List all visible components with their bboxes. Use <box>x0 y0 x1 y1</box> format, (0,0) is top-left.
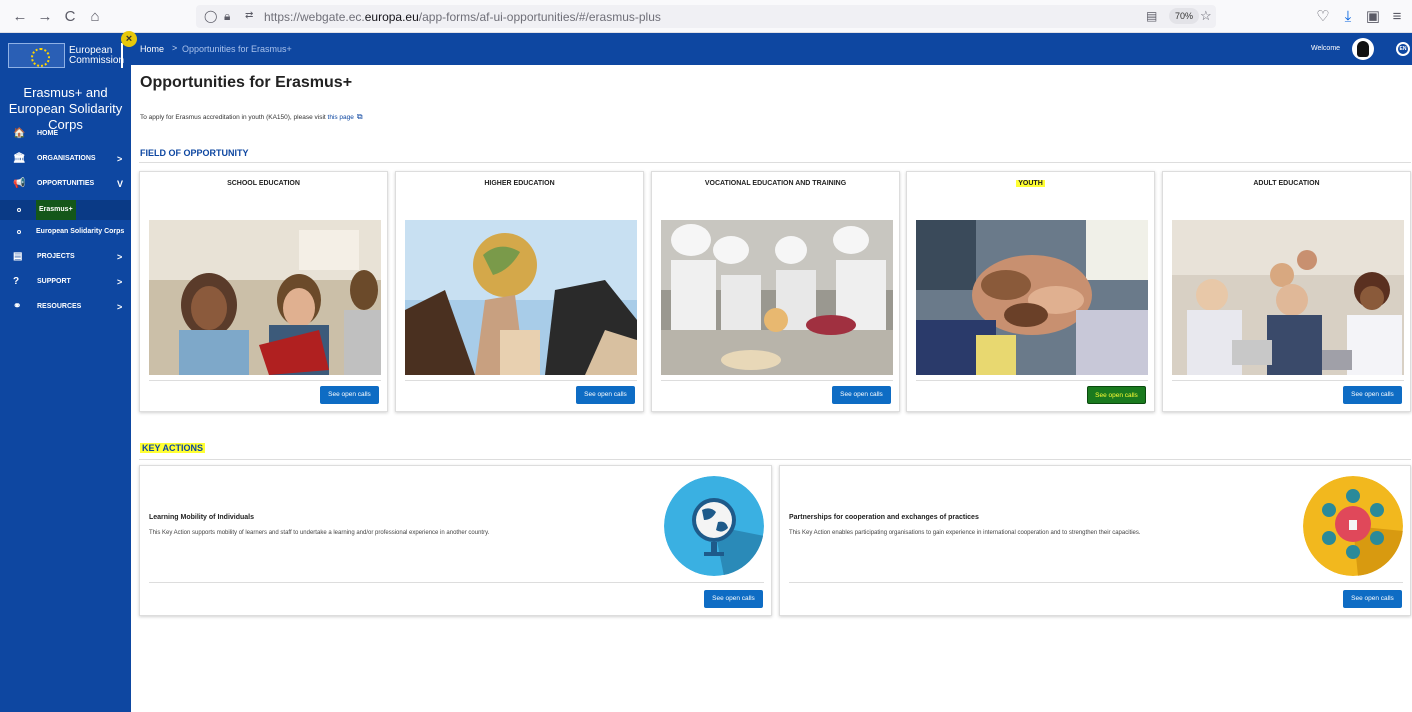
divider <box>1172 380 1404 381</box>
bullet-icon <box>17 208 21 212</box>
address-bar[interactable]: ◯ 🔒︎ ⇄ https://webgate.ec.europa.eu/app-… <box>196 5 1216 28</box>
institution-icon: 🏛 <box>13 153 26 164</box>
logo-divider <box>121 43 123 68</box>
see-open-calls-button[interactable]: See open calls <box>320 386 379 404</box>
question-icon: ? <box>13 276 20 287</box>
school-education-image <box>149 220 381 375</box>
sidebar-item-opportunities[interactable]: 📢 OPPORTUNITIES v <box>0 172 131 196</box>
field-card-school: SCHOOL EDUCATION See open calls <box>139 171 388 412</box>
chevron-right-icon: > <box>117 252 123 262</box>
logo-line2: Commission <box>69 55 125 66</box>
divider <box>149 380 381 381</box>
eu-flag-icon <box>8 43 65 68</box>
chevron-right-icon: > <box>117 302 123 312</box>
ec-logo[interactable]: European Commission <box>8 41 126 71</box>
key-action-card-partnerships: Partnerships for cooperation and exchang… <box>779 465 1411 616</box>
vocational-education-image <box>661 220 893 375</box>
megaphone-icon: 📢 <box>13 178 26 189</box>
card-title: HIGHER EDUCATION <box>484 180 555 187</box>
browser-toolbar: ← → C ⌂ ◯ 🔒︎ ⇄ https://webgate.ec.europa… <box>0 0 1412 33</box>
breadcrumb-home[interactable]: Home <box>140 44 164 54</box>
chevron-right-icon: > <box>117 154 123 164</box>
field-card-higher: HIGHER EDUCATION See open calls <box>395 171 644 412</box>
divider <box>139 162 1411 163</box>
card-title: YOUTH <box>1016 180 1045 187</box>
permissions-icon[interactable]: ⇄ <box>245 10 253 21</box>
menu-icon[interactable]: ≡ <box>1388 8 1406 26</box>
divider <box>149 582 764 583</box>
sidebar: European Commission Erasmus+ and Europea… <box>0 33 131 712</box>
field-card-vet: VOCATIONAL EDUCATION AND TRAINING See op… <box>651 171 900 412</box>
field-card-youth: YOUTH See open calls <box>906 171 1155 412</box>
partnership-icon <box>1303 476 1403 576</box>
key-action-description: This Key Action enables participating or… <box>789 530 1141 536</box>
see-open-calls-button[interactable]: See open calls <box>576 386 635 404</box>
card-title: ADULT EDUCATION <box>1253 180 1320 187</box>
shield-icon[interactable]: ◯ <box>204 9 217 23</box>
download-icon[interactable]: ⤓ <box>1339 8 1357 26</box>
breadcrumb-separator: > <box>172 43 178 53</box>
lock-icon[interactable]: 🔒︎ <box>224 9 230 24</box>
zoom-level[interactable]: 70% <box>1169 8 1200 24</box>
sidebar-item-organisations[interactable]: 🏛 ORGANISATIONS > <box>0 147 131 171</box>
sidebar-item-resources[interactable]: ⚭ RESOURCES > <box>0 295 131 319</box>
see-open-calls-button[interactable]: See open calls <box>1343 386 1402 404</box>
sidebar-item-support[interactable]: ? SUPPORT > <box>0 270 131 294</box>
see-open-calls-button[interactable]: See open calls <box>704 590 763 608</box>
sidebar-item-projects[interactable]: ▤ PROJECTS > <box>0 245 131 269</box>
close-icon[interactable]: × <box>121 31 137 47</box>
intro-text: To apply for Erasmus accreditation in yo… <box>140 112 363 121</box>
adult-education-image <box>1172 220 1404 375</box>
key-action-title: Learning Mobility of Individuals <box>149 514 255 521</box>
field-of-opportunity-heading: FIELD OF OPPORTUNITY <box>140 148 249 158</box>
app-header: Home > Opportunities for Erasmus+ Welcom… <box>131 33 1412 65</box>
sidebar-subitem-erasmus[interactable]: Erasmus+ <box>0 200 131 220</box>
see-open-calls-button[interactable]: See open calls <box>1087 386 1146 404</box>
welcome-text: Welcome <box>1311 45 1341 52</box>
divider <box>789 582 1403 583</box>
chevron-right-icon: > <box>117 277 123 287</box>
sidebar-item-home[interactable]: 🏠 HOME <box>0 122 131 146</box>
projects-icon: ▤ <box>13 251 23 262</box>
this-page-link[interactable]: this page <box>328 114 354 121</box>
url-text: https://webgate.ec.europa.eu/app-forms/a… <box>264 10 661 24</box>
divider <box>916 380 1148 381</box>
page-title: Opportunities for Erasmus+ <box>140 74 353 91</box>
field-card-adult: ADULT EDUCATION See open calls <box>1162 171 1411 412</box>
card-title: SCHOOL EDUCATION <box>227 180 300 187</box>
link-icon: ⚭ <box>13 301 22 312</box>
avatar[interactable] <box>1352 38 1374 60</box>
reload-icon[interactable]: C <box>61 8 79 26</box>
forward-icon[interactable]: → <box>36 8 54 26</box>
home-icon[interactable]: ⌂ <box>86 8 104 26</box>
bookmark-star-icon[interactable]: ☆ <box>1200 8 1212 24</box>
key-actions-heading: KEY ACTIONS <box>140 443 206 453</box>
breadcrumb-current[interactable]: Opportunities for Erasmus+ <box>182 44 292 54</box>
bullet-icon <box>17 230 21 234</box>
divider <box>139 459 1411 460</box>
home-icon: 🏠 <box>13 128 26 139</box>
back-icon[interactable]: ← <box>11 8 29 26</box>
key-action-description: This Key Action supports mobility of lea… <box>149 530 490 536</box>
see-open-calls-button[interactable]: See open calls <box>832 386 891 404</box>
pocket-icon[interactable]: ♡ <box>1314 8 1332 26</box>
external-link-icon[interactable]: ⧉ <box>357 112 363 121</box>
reader-view-icon[interactable]: ▤ <box>1146 9 1157 23</box>
youth-image <box>916 220 1148 375</box>
sidebar-subitem-esc[interactable]: European Solidarity Corps <box>0 222 131 242</box>
see-open-calls-button[interactable]: See open calls <box>1343 590 1402 608</box>
divider <box>405 380 637 381</box>
higher-education-image <box>405 220 637 375</box>
chevron-down-icon: v <box>117 179 124 189</box>
card-title: VOCATIONAL EDUCATION AND TRAINING <box>704 180 847 187</box>
globe-icon <box>664 476 764 576</box>
language-icon[interactable]: EN <box>1396 42 1410 56</box>
extensions-icon[interactable]: ▣ <box>1364 8 1382 26</box>
divider <box>661 380 893 381</box>
key-action-card-mobility: Learning Mobility of Individuals This Ke… <box>139 465 772 616</box>
key-action-title: Partnerships for cooperation and exchang… <box>789 514 979 521</box>
